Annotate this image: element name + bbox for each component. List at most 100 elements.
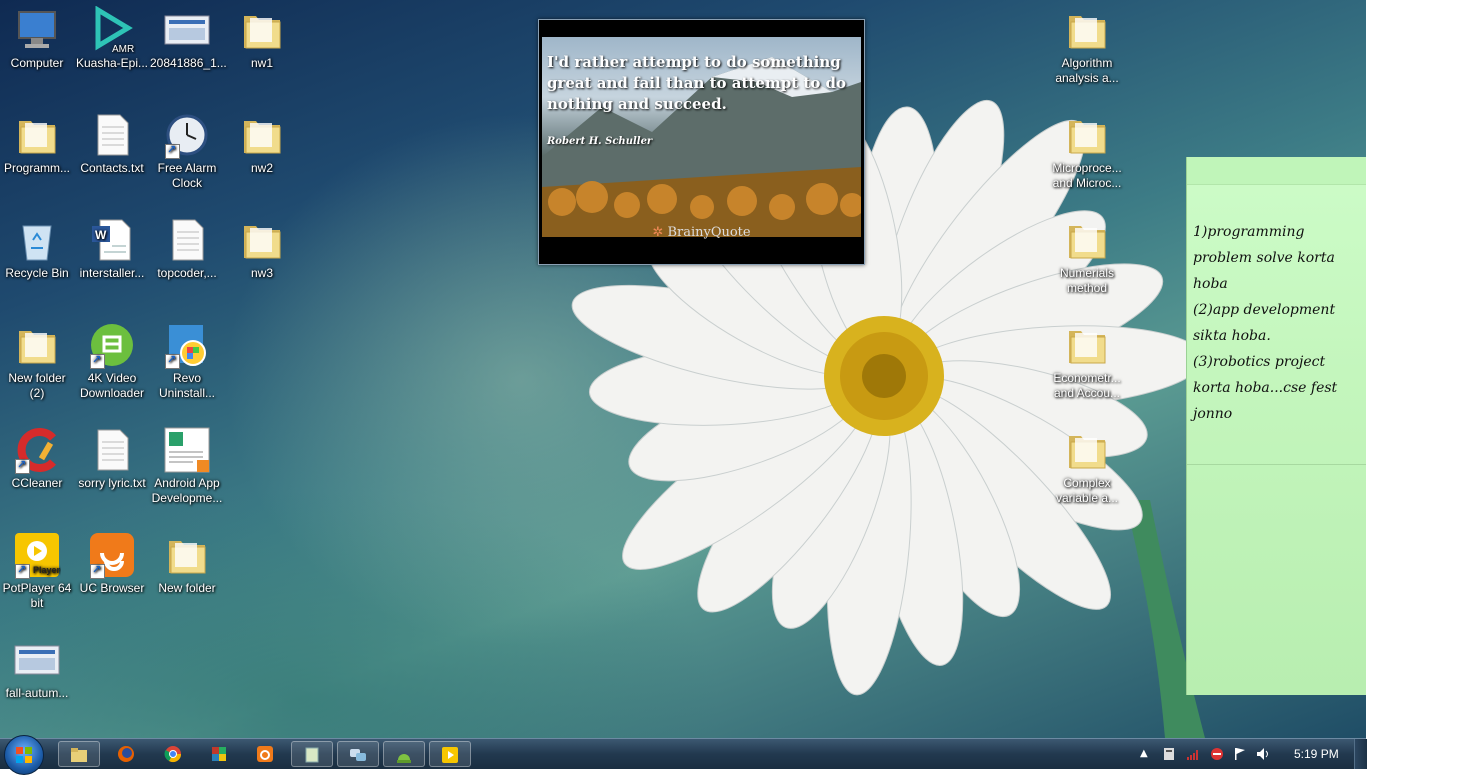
sticky-note-text[interactable]: 1)programming problem solve korta hoba (… xyxy=(1193,219,1358,427)
desktop-icon-label: Computer xyxy=(10,56,64,70)
desktop-icon[interactable]: Recycle Bin xyxy=(0,216,74,281)
folder-icon xyxy=(1063,216,1111,264)
computer-icon xyxy=(13,6,61,54)
desktop-icon[interactable]: Complex variable a... xyxy=(1050,426,1124,506)
desktop-icon-label: topcoder,... xyxy=(157,266,217,280)
pdf-document-icon xyxy=(163,426,211,474)
image-file-icon xyxy=(163,6,211,54)
potplayer-icon: Player xyxy=(13,531,61,579)
flag-icon[interactable] xyxy=(1233,747,1247,761)
firefox-icon xyxy=(118,746,134,762)
shortcut-arrow-icon xyxy=(15,457,30,474)
desktop-icon[interactable]: Microproce... and Microc... xyxy=(1050,111,1124,191)
desktop-icon[interactable]: topcoder,... xyxy=(150,216,224,281)
image-file-icon xyxy=(13,636,61,684)
desktop-icon[interactable]: New folder (2) xyxy=(0,321,74,401)
network-signal-icon[interactable] xyxy=(1186,747,1200,761)
folder-icon xyxy=(238,216,286,264)
taskbar-firefox[interactable] xyxy=(106,741,146,767)
revo-uninstaller-icon xyxy=(163,321,211,369)
desktop-icon[interactable]: Numerials method xyxy=(1050,216,1124,296)
sticky-note[interactable]: 1)programming problem solve korta hoba (… xyxy=(1186,157,1366,695)
desktop-icon[interactable]: nw3 xyxy=(225,216,299,281)
desktop-icon[interactable]: fall-autum... xyxy=(0,636,74,701)
ccleaner-icon xyxy=(13,426,61,474)
text-file-icon xyxy=(88,111,136,159)
text-file-icon xyxy=(88,426,136,474)
clock[interactable]: 5:19 PM xyxy=(1294,747,1339,761)
desktop-icon-label: Android App Developme... xyxy=(151,476,223,505)
taskbar: ▲ 5:19 PM xyxy=(0,735,1367,775)
shortcut-arrow-icon xyxy=(165,142,180,159)
desktop-icon[interactable]: 20841886_1... xyxy=(150,6,227,71)
recycle-bin-icon xyxy=(13,216,61,264)
desktop-icon[interactable]: UC Browser xyxy=(75,531,149,596)
security-icon[interactable] xyxy=(1210,747,1224,761)
taskbar-messenger[interactable] xyxy=(337,741,379,767)
desktop-icon-label: fall-autum... xyxy=(5,686,69,700)
action-center-icon[interactable] xyxy=(1162,747,1176,761)
word-document-icon: W xyxy=(88,216,136,264)
desktop-icon[interactable]: sorry lyric.txt xyxy=(75,426,149,491)
folder-icon xyxy=(163,531,211,579)
show-desktop-button[interactable] xyxy=(1354,739,1367,769)
folder-icon xyxy=(13,321,61,369)
desktop-icon[interactable]: Revo Uninstall... xyxy=(150,321,224,401)
chrome-icon xyxy=(164,746,182,763)
chat-messenger-icon xyxy=(350,749,366,761)
desktop-icon[interactable]: Player PotPlayer 64 bit xyxy=(0,531,74,611)
desktop-icon-label: nw2 xyxy=(250,161,273,175)
desktop-icon[interactable]: Winterstaller... xyxy=(75,216,149,281)
desktop-icon[interactable]: New folder xyxy=(150,531,224,596)
desktop-icon-label: Revo Uninstall... xyxy=(158,371,216,400)
quote-text: I'd rather attempt to do something great… xyxy=(547,53,847,113)
desktop-icon-label: Microproce... and Microc... xyxy=(1052,161,1122,190)
taskbar-sticky-notes[interactable] xyxy=(291,741,333,767)
folder-icon xyxy=(13,111,61,159)
taskbar-uc-browser[interactable] xyxy=(245,741,285,767)
desktop-icon[interactable]: CCleaner xyxy=(0,426,74,491)
desktop-icon[interactable]: Contacts.txt xyxy=(75,111,149,176)
quote-author: Robert H. Schuller xyxy=(547,136,653,147)
desktop-icon-label: Programm... xyxy=(3,161,70,175)
4k-downloader-icon xyxy=(88,321,136,369)
taskbar-chrome[interactable] xyxy=(153,741,193,767)
desktop-icon[interactable]: Algorithm analysis a... xyxy=(1050,6,1124,86)
desktop-icon-label: sorry lyric.txt xyxy=(78,476,146,490)
desktop-icon-label: Recycle Bin xyxy=(5,266,69,280)
desktop-icon[interactable]: Free Alarm Clock xyxy=(150,111,224,191)
text-file-icon xyxy=(163,216,211,264)
show-hidden-icons-icon[interactable]: ▲ xyxy=(1140,748,1154,762)
desktop-icon-label: Contacts.txt xyxy=(80,161,144,175)
folder-icon xyxy=(1063,321,1111,369)
sticky-note-titlebar[interactable] xyxy=(1187,157,1366,185)
desktop-icon-label: nw3 xyxy=(250,266,273,280)
desktop-icon[interactable]: Econometr... and Accou... xyxy=(1050,321,1124,401)
desktop-icon[interactable]: nw2 xyxy=(225,111,299,176)
taskbar-potplayer[interactable] xyxy=(429,741,471,767)
taskbar-winrar[interactable] xyxy=(199,741,239,767)
shortcut-arrow-icon xyxy=(165,352,180,369)
desktop-icon[interactable]: Android App Developme... xyxy=(150,426,224,506)
desktop-icon[interactable]: AMR Kuasha-Epi... xyxy=(75,6,149,71)
desktop-icon[interactable]: Computer xyxy=(0,6,74,71)
quote-gadget[interactable]: I'd rather attempt to do something great… xyxy=(538,19,865,265)
desktop-icon-label: New folder (2) xyxy=(8,371,66,400)
start-button[interactable] xyxy=(4,735,44,775)
desktop-icon-label: PotPlayer 64 bit xyxy=(2,581,72,610)
taskbar-explorer[interactable] xyxy=(58,741,100,767)
folder-icon xyxy=(1063,111,1111,159)
uc-browser-icon xyxy=(257,746,273,762)
svg-text:AMR: AMR xyxy=(112,44,134,54)
desktop-icon[interactable]: 4K Video Downloader xyxy=(75,321,149,401)
desktop-icon[interactable]: Programm... xyxy=(0,111,74,176)
desktop-icon-label: New folder xyxy=(158,581,216,595)
taskbar-android-studio[interactable] xyxy=(383,741,425,767)
desktop-icon[interactable]: nw1 xyxy=(225,6,299,71)
desktop-icon-label: Algorithm analysis a... xyxy=(1055,56,1119,85)
desktop-icon-label: UC Browser xyxy=(79,581,145,595)
volume-icon[interactable] xyxy=(1256,747,1270,761)
system-tray: ▲ 5:19 PM xyxy=(1138,739,1367,769)
windows-logo-icon xyxy=(16,747,32,763)
desktop[interactable]: Computer AMR Kuasha-Epi... 20841886_1... nw1… xyxy=(0,0,1366,738)
